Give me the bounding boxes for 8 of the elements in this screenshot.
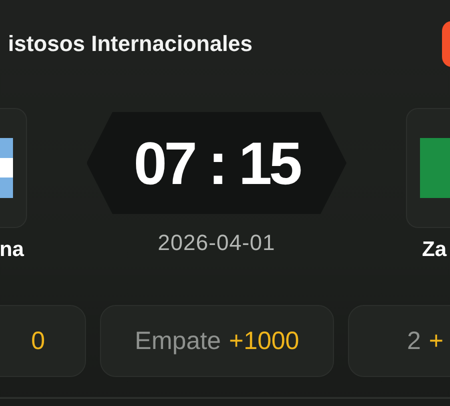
odds-button[interactable]: 2 +	[348, 305, 450, 377]
match-date: 2026-04-01	[158, 230, 276, 256]
match-time: 07 : 15	[86, 112, 346, 214]
odds-button[interactable]: Empate +1000	[100, 305, 334, 377]
team-name: na	[0, 238, 24, 262]
league-title: istosos Internacionales	[8, 31, 253, 57]
odds-button[interactable]: 0	[0, 305, 86, 377]
team-name: Za	[422, 238, 447, 262]
